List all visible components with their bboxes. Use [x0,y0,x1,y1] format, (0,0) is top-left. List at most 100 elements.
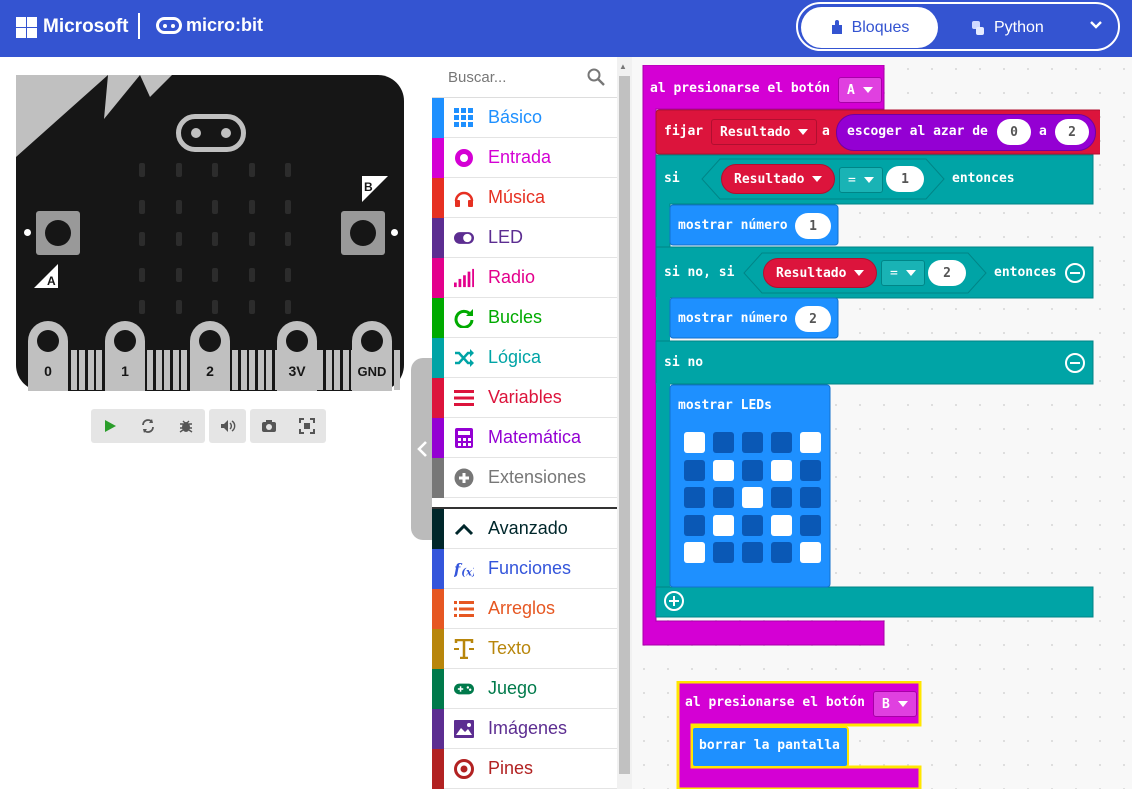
pin-2[interactable]: 2 [190,321,230,391]
if-variable-dropdown[interactable]: Resultado [721,164,836,194]
led-toggle-cell[interactable] [742,459,763,481]
category-label: Funciones [488,558,572,578]
edge-connector-strip [164,350,170,390]
toolbox-category-texto[interactable]: Texto [432,628,617,669]
led-toggle-cell[interactable] [771,514,792,536]
led-toggle-cell[interactable] [713,514,734,536]
toolbox-search[interactable]: Buscar... [432,57,617,98]
led-toggle-cell[interactable] [684,432,705,453]
led-toggle-cell[interactable] [800,432,821,453]
led-toggle-cell[interactable] [742,514,763,536]
dropdown-caret-icon [862,87,873,93]
led-toggle-cell[interactable] [713,432,734,453]
led-toggle-cell[interactable] [713,459,734,481]
board-led [212,163,218,177]
led-toggle-cell[interactable] [742,432,763,453]
toolbox-category-radio[interactable]: Radio [432,257,617,298]
elif-value-input[interactable]: 2 [928,260,966,286]
toolbox-category-avanzado[interactable]: Avanzado [432,508,617,549]
set-variable-dropdown[interactable]: Resultado [711,119,818,145]
sound-icon[interactable] [209,409,246,443]
led-toggle-cell[interactable] [771,459,792,481]
else-label: si no [664,355,704,370]
toolbox-scrollbar-thumb[interactable] [619,76,630,774]
if-operator-dropdown[interactable]: = [839,167,883,193]
led-toggle-cell[interactable] [713,542,734,563]
pin-1[interactable]: 1 [105,321,145,391]
toolbox-category-entrada[interactable]: Entrada [432,137,617,178]
toolbox-category-juego[interactable]: Juego [432,668,617,709]
show-number-1-input[interactable]: 1 [795,213,831,239]
random-from-input[interactable]: 0 [997,119,1031,145]
toolbox-category-pines[interactable]: Pines [432,748,617,789]
target-icon [454,148,474,168]
board-left-dot [24,229,31,236]
random-to-input[interactable]: 2 [1055,119,1089,145]
led-toggle-cell[interactable] [742,487,763,508]
toolbox-category-matematica[interactable]: Matemática [432,417,617,458]
edge-connector-strip [155,350,162,390]
led-toggle-cell[interactable] [800,514,821,536]
led-toggle-cell[interactable] [684,487,705,508]
pin-gnd[interactable]: GND [352,321,392,391]
toolbox-category-led[interactable]: LED [432,217,617,258]
elif-variable-dropdown[interactable]: Resultado [763,258,878,288]
led-toggle-cell[interactable] [684,542,705,563]
puzzle-icon [831,19,842,34]
language-dropdown-chevron-icon[interactable] [1088,16,1104,37]
scroll-up-arrow-icon[interactable]: ▲ [619,62,627,71]
led-toggle-cell[interactable] [684,514,705,536]
board-led [212,268,218,282]
button-b[interactable] [341,211,385,255]
led-toggle-cell[interactable] [742,542,763,563]
toolbox-category-extensiones[interactable]: Extensiones [432,457,617,498]
toolbox-category-variables[interactable]: Variables [432,377,617,418]
category-label: Extensiones [488,467,587,487]
search-input[interactable]: Buscar... [448,69,506,86]
toolbox-category-musica[interactable]: Música [432,177,617,218]
led-toggle-cell[interactable] [684,459,705,481]
fullscreen-icon[interactable] [288,409,326,443]
toolbox-category-logica[interactable]: Lógica [432,337,617,378]
elif-operator-dropdown[interactable]: = [881,260,925,286]
restart-icon[interactable] [129,409,167,443]
toolbox-category-basico[interactable]: Básico [432,97,617,138]
toolbox-category-bucles[interactable]: Bucles [432,297,617,338]
collapse-simulator-button[interactable] [411,358,433,540]
led-toggle-cell[interactable] [771,432,792,453]
add-else-if-icon[interactable] [664,591,684,611]
set-to-label: a [822,124,830,139]
play-icon[interactable] [91,409,129,443]
led-toggle-cell[interactable] [771,542,792,563]
event-a-button-dropdown[interactable]: A [838,77,882,103]
led-toggle-cell[interactable] [800,487,821,508]
led-toggle-cell[interactable] [800,459,821,481]
toolbox-category-funciones[interactable]: f(x) Funciones [432,548,617,589]
remove-else-icon[interactable] [1065,353,1085,373]
tab-blocks[interactable]: Bloques [801,7,938,48]
pin-3v[interactable]: 3V [277,321,317,391]
toolbox-separator [432,498,617,509]
button-a[interactable] [36,211,80,255]
microbit-logo[interactable]: micro:bit [156,15,263,36]
pin-0[interactable]: 0 [28,321,68,391]
screenshot-icon[interactable] [250,409,288,443]
microsoft-logo[interactable]: Microsoft [16,16,129,38]
if-value-input[interactable]: 1 [886,166,924,192]
pin-icon [454,758,474,779]
board-led [285,200,291,214]
led-toggle-cell[interactable] [713,487,734,508]
show-number-2-input[interactable]: 2 [795,306,831,332]
elif-label: si no, si [664,265,735,280]
toolbox-category-imagenes[interactable]: Imágenes [432,708,617,749]
logo-touch-icon[interactable] [176,114,246,152]
led-toggle-cell[interactable] [800,542,821,563]
search-icon[interactable] [587,68,605,86]
remove-elif-icon[interactable] [1065,263,1085,283]
event-b-button-dropdown[interactable]: B [873,691,917,717]
tab-python[interactable]: Python [970,7,1044,48]
led-toggle-cell[interactable] [771,487,792,508]
toolbox-category-arreglos[interactable]: Arreglos [432,588,617,629]
category-color-bar [432,628,444,669]
debug-icon[interactable] [167,409,205,443]
